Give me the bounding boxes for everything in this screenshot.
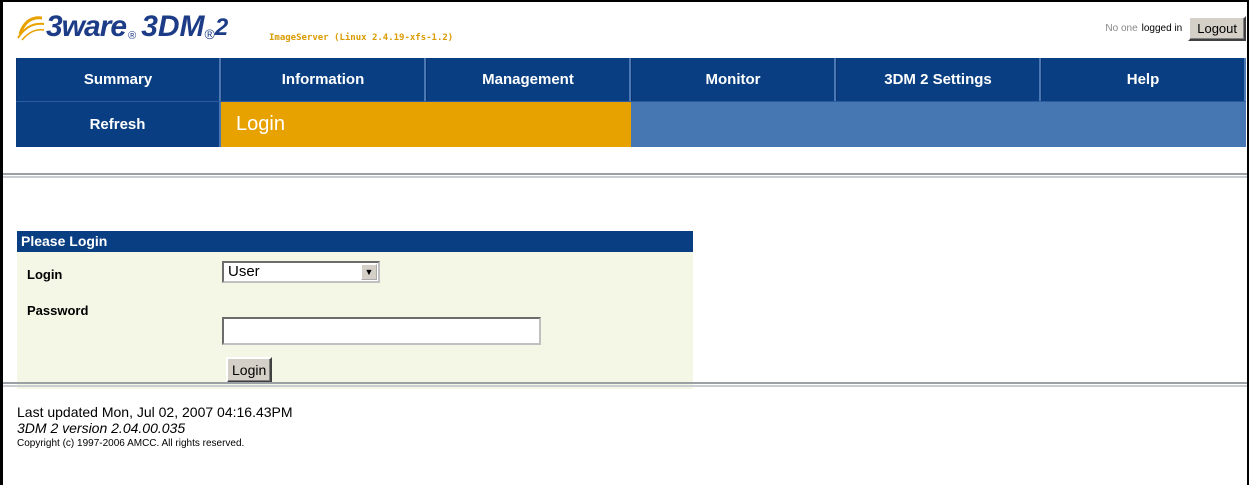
tab-3dm2-settings[interactable]: 3DM 2 Settings <box>836 58 1041 101</box>
login-panel-title: Please Login <box>17 231 693 252</box>
sub-nav: Refresh Login <box>16 102 1246 147</box>
top-divider <box>3 173 1247 178</box>
tab-information[interactable]: Information <box>221 58 426 101</box>
login-panel: Please Login Login User ▼ Password Login <box>17 231 693 389</box>
version-info: 3DM 2 version 2.04.00.035 <box>17 420 186 436</box>
logo-product-reg: ® <box>204 26 215 42</box>
dropdown-arrow-icon[interactable]: ▼ <box>361 264 377 280</box>
bottom-divider <box>3 382 1247 387</box>
server-info: ImageServer (Linux 2.4.19-xfs-1.2) <box>269 33 454 43</box>
login-status: No one logged in Logout <box>1105 16 1246 41</box>
login-field-label: Login <box>27 267 63 282</box>
app-logo: 3ware ® 3DM ® 2 <box>16 12 228 42</box>
logo-product-text: 3DM <box>141 10 205 43</box>
main-nav: Summary Information Management Monitor 3… <box>16 58 1246 147</box>
login-role-select[interactable]: User ▼ <box>222 261 380 283</box>
tab-management[interactable]: Management <box>426 58 631 101</box>
login-submit-button[interactable]: Login <box>226 357 273 383</box>
password-field-label: Password <box>27 303 89 318</box>
user-status: No one <box>1105 23 1138 34</box>
tab-help[interactable]: Help <box>1041 58 1246 101</box>
nav-tabs: Summary Information Management Monitor 3… <box>16 58 1246 101</box>
login-role-value: User <box>228 263 260 280</box>
copyright: Copyright (c) 1997-2006 AMCC. All rights… <box>17 438 245 449</box>
page-header: 3ware ® 3DM ® 2 ImageServer (Linux 2.4.1… <box>16 8 1246 56</box>
last-updated: Last updated Mon, Jul 02, 2007 04:16.43P… <box>17 404 293 420</box>
sub-nav-filler <box>631 102 1246 147</box>
password-field[interactable] <box>222 317 541 345</box>
tab-monitor[interactable]: Monitor <box>631 58 836 101</box>
logout-button[interactable]: Logout <box>1188 16 1246 41</box>
logo-product-suffix: 2 <box>214 14 229 41</box>
current-page-title: Login <box>221 102 631 147</box>
login-form: Login User ▼ Password Login <box>17 252 693 389</box>
logged-in-label: logged in <box>1141 23 1183 34</box>
logo-brand-text: 3ware <box>46 10 127 43</box>
logo-swirl-icon <box>17 16 45 41</box>
logo-brand-reg: ® <box>128 30 137 42</box>
refresh-button[interactable]: Refresh <box>16 102 221 147</box>
tab-summary[interactable]: Summary <box>16 58 221 101</box>
page-footer: Last updated Mon, Jul 02, 2007 04:16.43P… <box>17 404 293 449</box>
